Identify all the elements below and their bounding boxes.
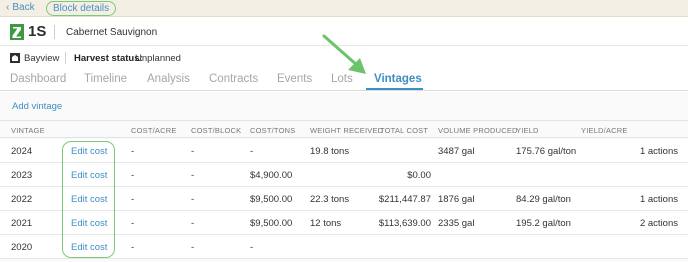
column-header: TOTAL COST — [380, 126, 429, 135]
tab-timeline[interactable]: Timeline — [84, 73, 127, 85]
tab-events[interactable]: Events — [277, 73, 312, 85]
cost-tons: - — [250, 242, 254, 253]
weight-received: 22.3 tons — [310, 194, 350, 205]
actions-link[interactable]: 1 actions — [610, 194, 678, 205]
cost-tons: $9,500.00 — [250, 194, 293, 205]
table-header: VINTAGE COST/ACRE COST/BLOCK COST/TONS W… — [0, 120, 688, 138]
tab-dashboard[interactable]: Dashboard — [10, 73, 66, 85]
vintage-year: 2020 — [11, 242, 33, 253]
table-row: 2024 Edit cost - - - 19.8 tons 3487 gal … — [0, 139, 688, 163]
vintage-year: 2023 — [11, 170, 33, 181]
block-variety: Cabernet Sauvignon — [66, 27, 158, 38]
cost-block: - — [191, 146, 195, 157]
cost-acre: - — [131, 194, 135, 205]
cost-block: - — [191, 242, 195, 253]
tab-analysis[interactable]: Analysis — [147, 73, 190, 85]
harvest-status-label: Harvest status: — [74, 53, 143, 64]
column-header: VOLUME PRODUCED — [438, 126, 518, 135]
volume-produced: 3487 gal — [438, 146, 475, 157]
cost-block: - — [191, 218, 195, 229]
edit-cost-link[interactable]: Edit cost — [71, 146, 107, 157]
total-cost: $0.00 — [407, 170, 431, 181]
column-header: COST/TONS — [250, 126, 296, 135]
tab-vintages[interactable]: Vintages — [374, 73, 422, 85]
actions-link[interactable]: 1 actions — [610, 146, 678, 157]
vintage-year: 2022 — [11, 194, 33, 205]
volume-produced: 2335 gal — [438, 218, 475, 229]
back-link[interactable]: ‹ Back — [6, 2, 35, 13]
yield: 175.76 gal/ton — [516, 146, 577, 157]
total-cost: $113,639.00 — [378, 218, 431, 229]
divider — [54, 25, 55, 39]
cost-tons: $4,900.00 — [250, 170, 293, 181]
back-label: Back — [12, 2, 35, 13]
active-tab-indicator — [366, 88, 423, 90]
cost-block: - — [191, 194, 195, 205]
column-header: WEIGHT RECEIVED — [310, 126, 384, 135]
cost-acre: - — [131, 146, 135, 157]
edit-cost-link[interactable]: Edit cost — [71, 170, 107, 181]
vintage-year: 2024 — [11, 146, 33, 157]
block-icon — [10, 24, 24, 40]
cost-block: - — [191, 170, 195, 181]
column-header: YIELD — [516, 126, 539, 135]
breadcrumb-bar: ‹ Back Block details — [0, 0, 688, 17]
tab-contracts[interactable]: Contracts — [209, 73, 258, 85]
add-vintage-button[interactable]: Add vintage — [12, 101, 62, 112]
farm-name: Bayview — [24, 53, 60, 64]
chevron-left-icon: ‹ — [6, 2, 10, 13]
farm-icon — [10, 53, 20, 63]
weight-received: 12 tons — [310, 218, 342, 229]
weight-received: 19.8 tons — [310, 146, 350, 157]
yield: 195.2 gal/ton — [516, 218, 571, 229]
harvest-status-value: Unplanned — [135, 53, 181, 64]
breadcrumb-current[interactable]: Block details — [46, 1, 117, 16]
column-header: VINTAGE — [11, 126, 45, 135]
volume-produced: 1876 gal — [438, 194, 475, 205]
edit-cost-link[interactable]: Edit cost — [71, 218, 107, 229]
annotation-arrow-icon — [322, 34, 366, 74]
cost-tons: $9,500.00 — [250, 218, 293, 229]
table-row: 2020 Edit cost - - - — [0, 235, 688, 259]
total-cost: $211,447.87 — [378, 194, 431, 205]
edit-cost-link[interactable]: Edit cost — [71, 194, 107, 205]
table-row: 2021 Edit cost - - $9,500.00 12 tons $11… — [0, 211, 688, 235]
block-code: 1S — [28, 23, 47, 40]
divider — [65, 52, 66, 64]
actions-link[interactable]: 2 actions — [610, 218, 678, 229]
cost-acre: - — [131, 218, 135, 229]
edit-cost-link[interactable]: Edit cost — [71, 242, 107, 253]
vintage-year: 2021 — [11, 218, 33, 229]
yield: 84.29 gal/ton — [516, 194, 571, 205]
cost-acre: - — [131, 242, 135, 253]
table-row: 2023 Edit cost - - $4,900.00 $0.00 — [0, 163, 688, 187]
table-row: 2022 Edit cost - - $9,500.00 22.3 tons $… — [0, 187, 688, 211]
cost-tons: - — [250, 146, 254, 157]
column-header: YIELD/ACRE — [581, 126, 628, 135]
column-header: COST/BLOCK — [191, 126, 242, 135]
column-header: COST/ACRE — [131, 126, 177, 135]
cost-acre: - — [131, 170, 135, 181]
